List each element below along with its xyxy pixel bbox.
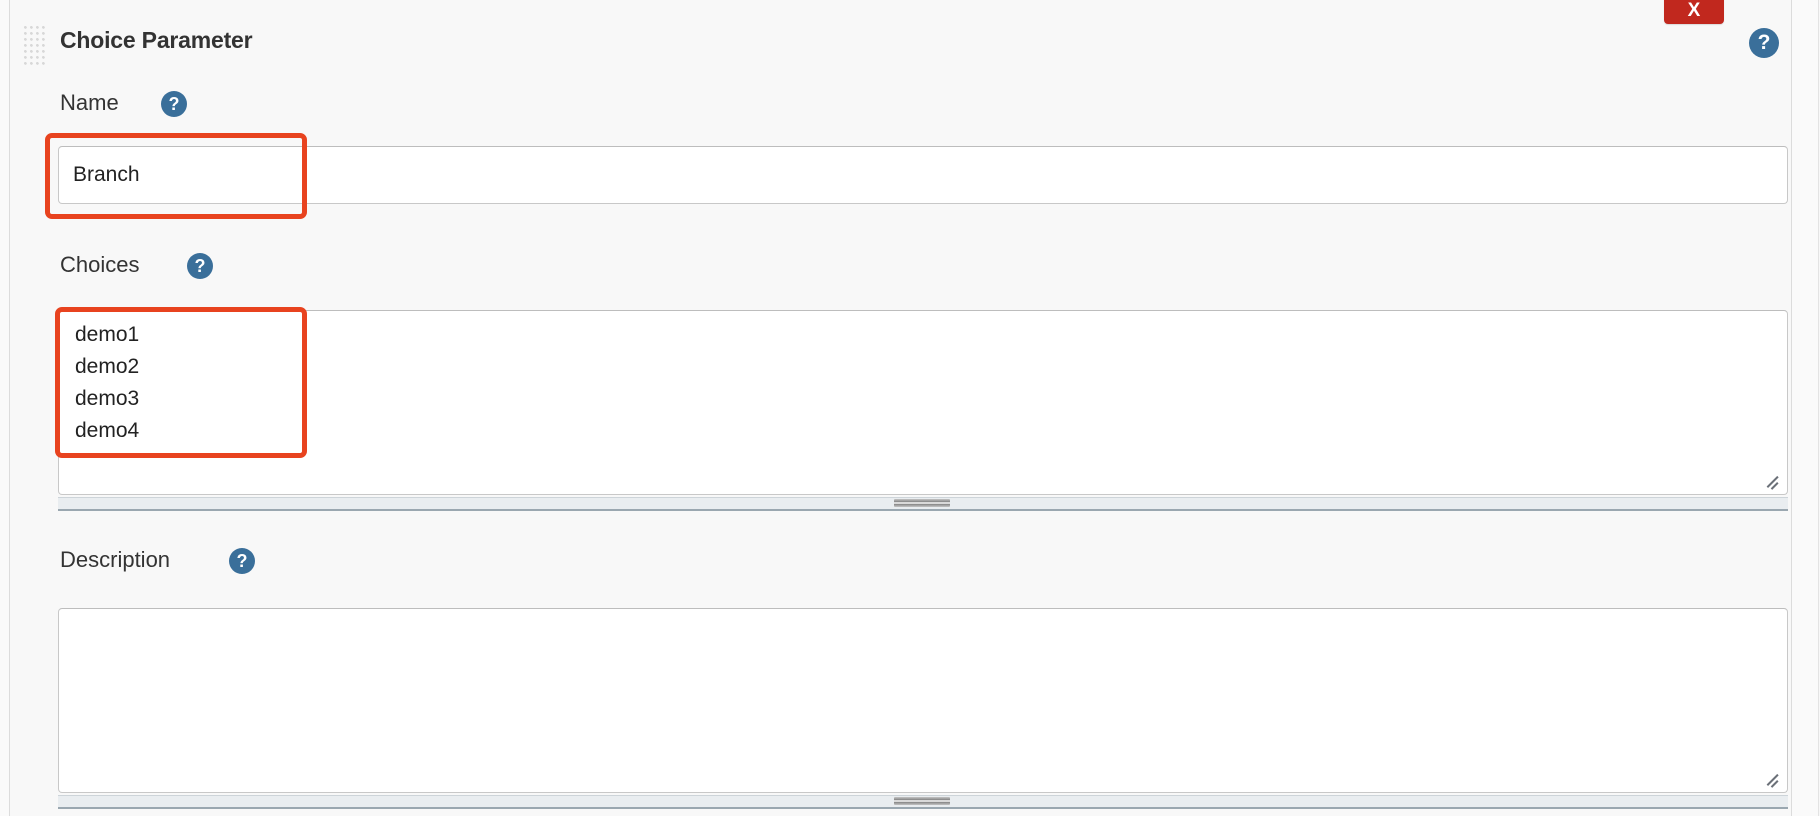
- right-gutter: [1792, 0, 1818, 816]
- name-label: Name: [60, 90, 119, 115]
- name-input[interactable]: [58, 146, 1788, 204]
- drag-handle-icon[interactable]: [24, 26, 48, 66]
- description-help-icon[interactable]: ?: [229, 548, 255, 574]
- panel-help-icon[interactable]: ?: [1749, 28, 1779, 58]
- choices-textarea[interactable]: demo1 demo2 demo3 demo4: [58, 310, 1788, 495]
- page-frame: Choice Parameter X ? Name ? Choices ? de…: [0, 0, 1820, 816]
- name-help-icon[interactable]: ?: [161, 91, 187, 117]
- left-gutter: [0, 0, 9, 816]
- description-textarea[interactable]: [58, 608, 1788, 793]
- choices-label: Choices: [60, 252, 140, 277]
- description-label: Description: [60, 547, 171, 572]
- choices-help-icon[interactable]: ?: [187, 253, 213, 279]
- close-button[interactable]: X: [1664, 0, 1724, 24]
- scrollbar-thumb[interactable]: [894, 797, 950, 805]
- choices-horizontal-scrollbar[interactable]: [58, 497, 1788, 511]
- scrollbar-thumb[interactable]: [894, 499, 950, 507]
- page-title: Choice Parameter: [60, 27, 253, 53]
- description-horizontal-scrollbar[interactable]: [58, 795, 1788, 809]
- choice-parameter-panel: Choice Parameter X ? Name ? Choices ? de…: [10, 0, 1791, 816]
- window-right-edge-line: [1818, 0, 1819, 816]
